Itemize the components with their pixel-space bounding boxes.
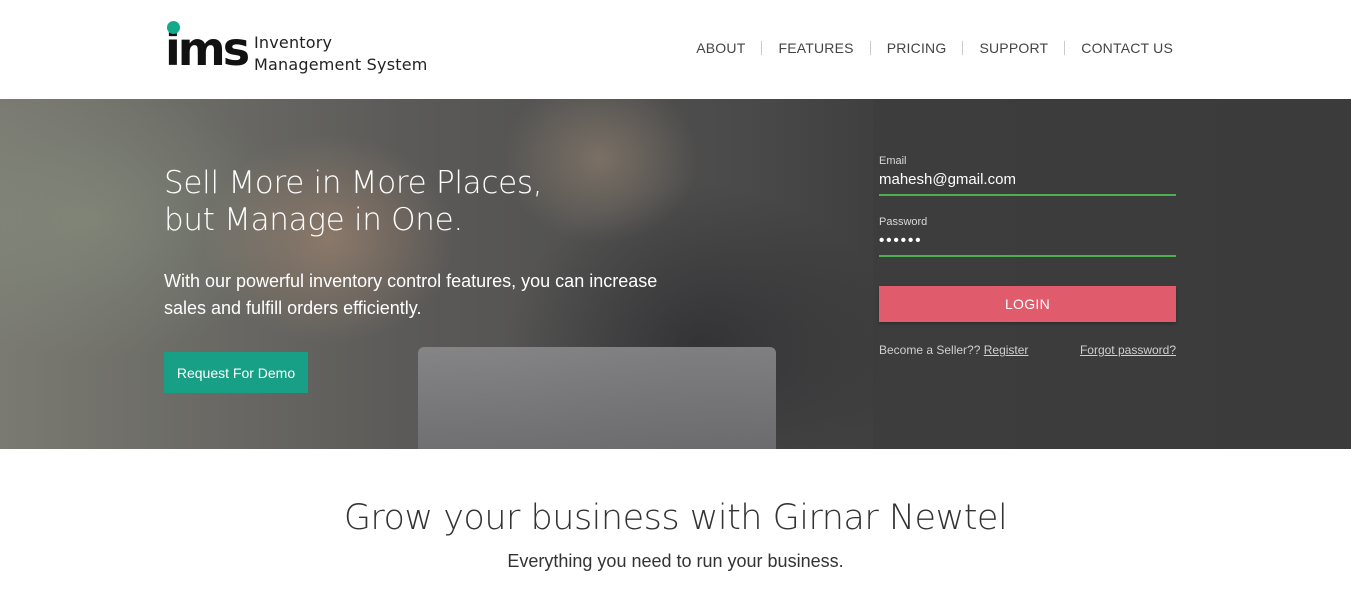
- main-nav: ABOUT FEATURES PRICING SUPPORT CONTACT U…: [696, 40, 1173, 56]
- logo-dot-icon: [167, 21, 180, 34]
- request-demo-button[interactable]: Request For Demo: [164, 352, 308, 393]
- nav-support[interactable]: SUPPORT: [979, 40, 1048, 56]
- nav-pricing[interactable]: PRICING: [887, 40, 947, 56]
- brand-name-line1: Inventory: [254, 33, 333, 52]
- nav-divider: [761, 41, 763, 55]
- nav-divider: [869, 41, 871, 55]
- password-field: Password ••••••: [879, 214, 1176, 257]
- section-subtitle: Everything you need to run your business…: [507, 551, 844, 571]
- nav-divider: [962, 41, 964, 55]
- nav-contact-us[interactable]: CONTACT US: [1081, 40, 1173, 56]
- hero-title: Sell More in More Places, but Manage in …: [164, 165, 543, 239]
- password-input[interactable]: ••••••: [879, 232, 1176, 249]
- hero-subtitle: With our powerful inventory control feat…: [164, 271, 658, 318]
- hero-title-line1: Sell More in More Places,: [164, 165, 543, 201]
- hero-background-laptop: [418, 347, 776, 449]
- register-link[interactable]: Register: [984, 343, 1029, 357]
- email-label: Email: [879, 155, 907, 167]
- brand-logo[interactable]: ims Inventory Management System: [165, 20, 455, 76]
- email-input[interactable]: [879, 171, 1176, 188]
- nav-divider: [1064, 41, 1066, 55]
- forgot-password-link[interactable]: Forgot password?: [1080, 343, 1176, 357]
- nav-features[interactable]: FEATURES: [778, 40, 853, 56]
- nav-about[interactable]: ABOUT: [696, 40, 745, 56]
- become-seller-text: Become a Seller??: [879, 343, 981, 357]
- section-title: Grow your business with Girnar Newtel: [343, 498, 1008, 538]
- login-form: Email Password •••••• LOGIN Become a Sel…: [879, 153, 1176, 357]
- brand-name-line2: Management System: [254, 55, 428, 74]
- login-button[interactable]: LOGIN: [879, 286, 1176, 322]
- hero-banner: Sell More in More Places, but Manage in …: [0, 99, 1351, 449]
- become-seller: Become a Seller?? Register: [879, 343, 1028, 357]
- password-label: Password: [879, 216, 928, 228]
- hero-title-line2: but Manage in One.: [164, 202, 463, 238]
- logo-mark: ims: [165, 20, 250, 76]
- site-header: ims Inventory Management System ABOUT FE…: [0, 0, 1351, 99]
- email-field: Email: [879, 153, 1176, 196]
- brand-name: Inventory Management System: [254, 32, 428, 76]
